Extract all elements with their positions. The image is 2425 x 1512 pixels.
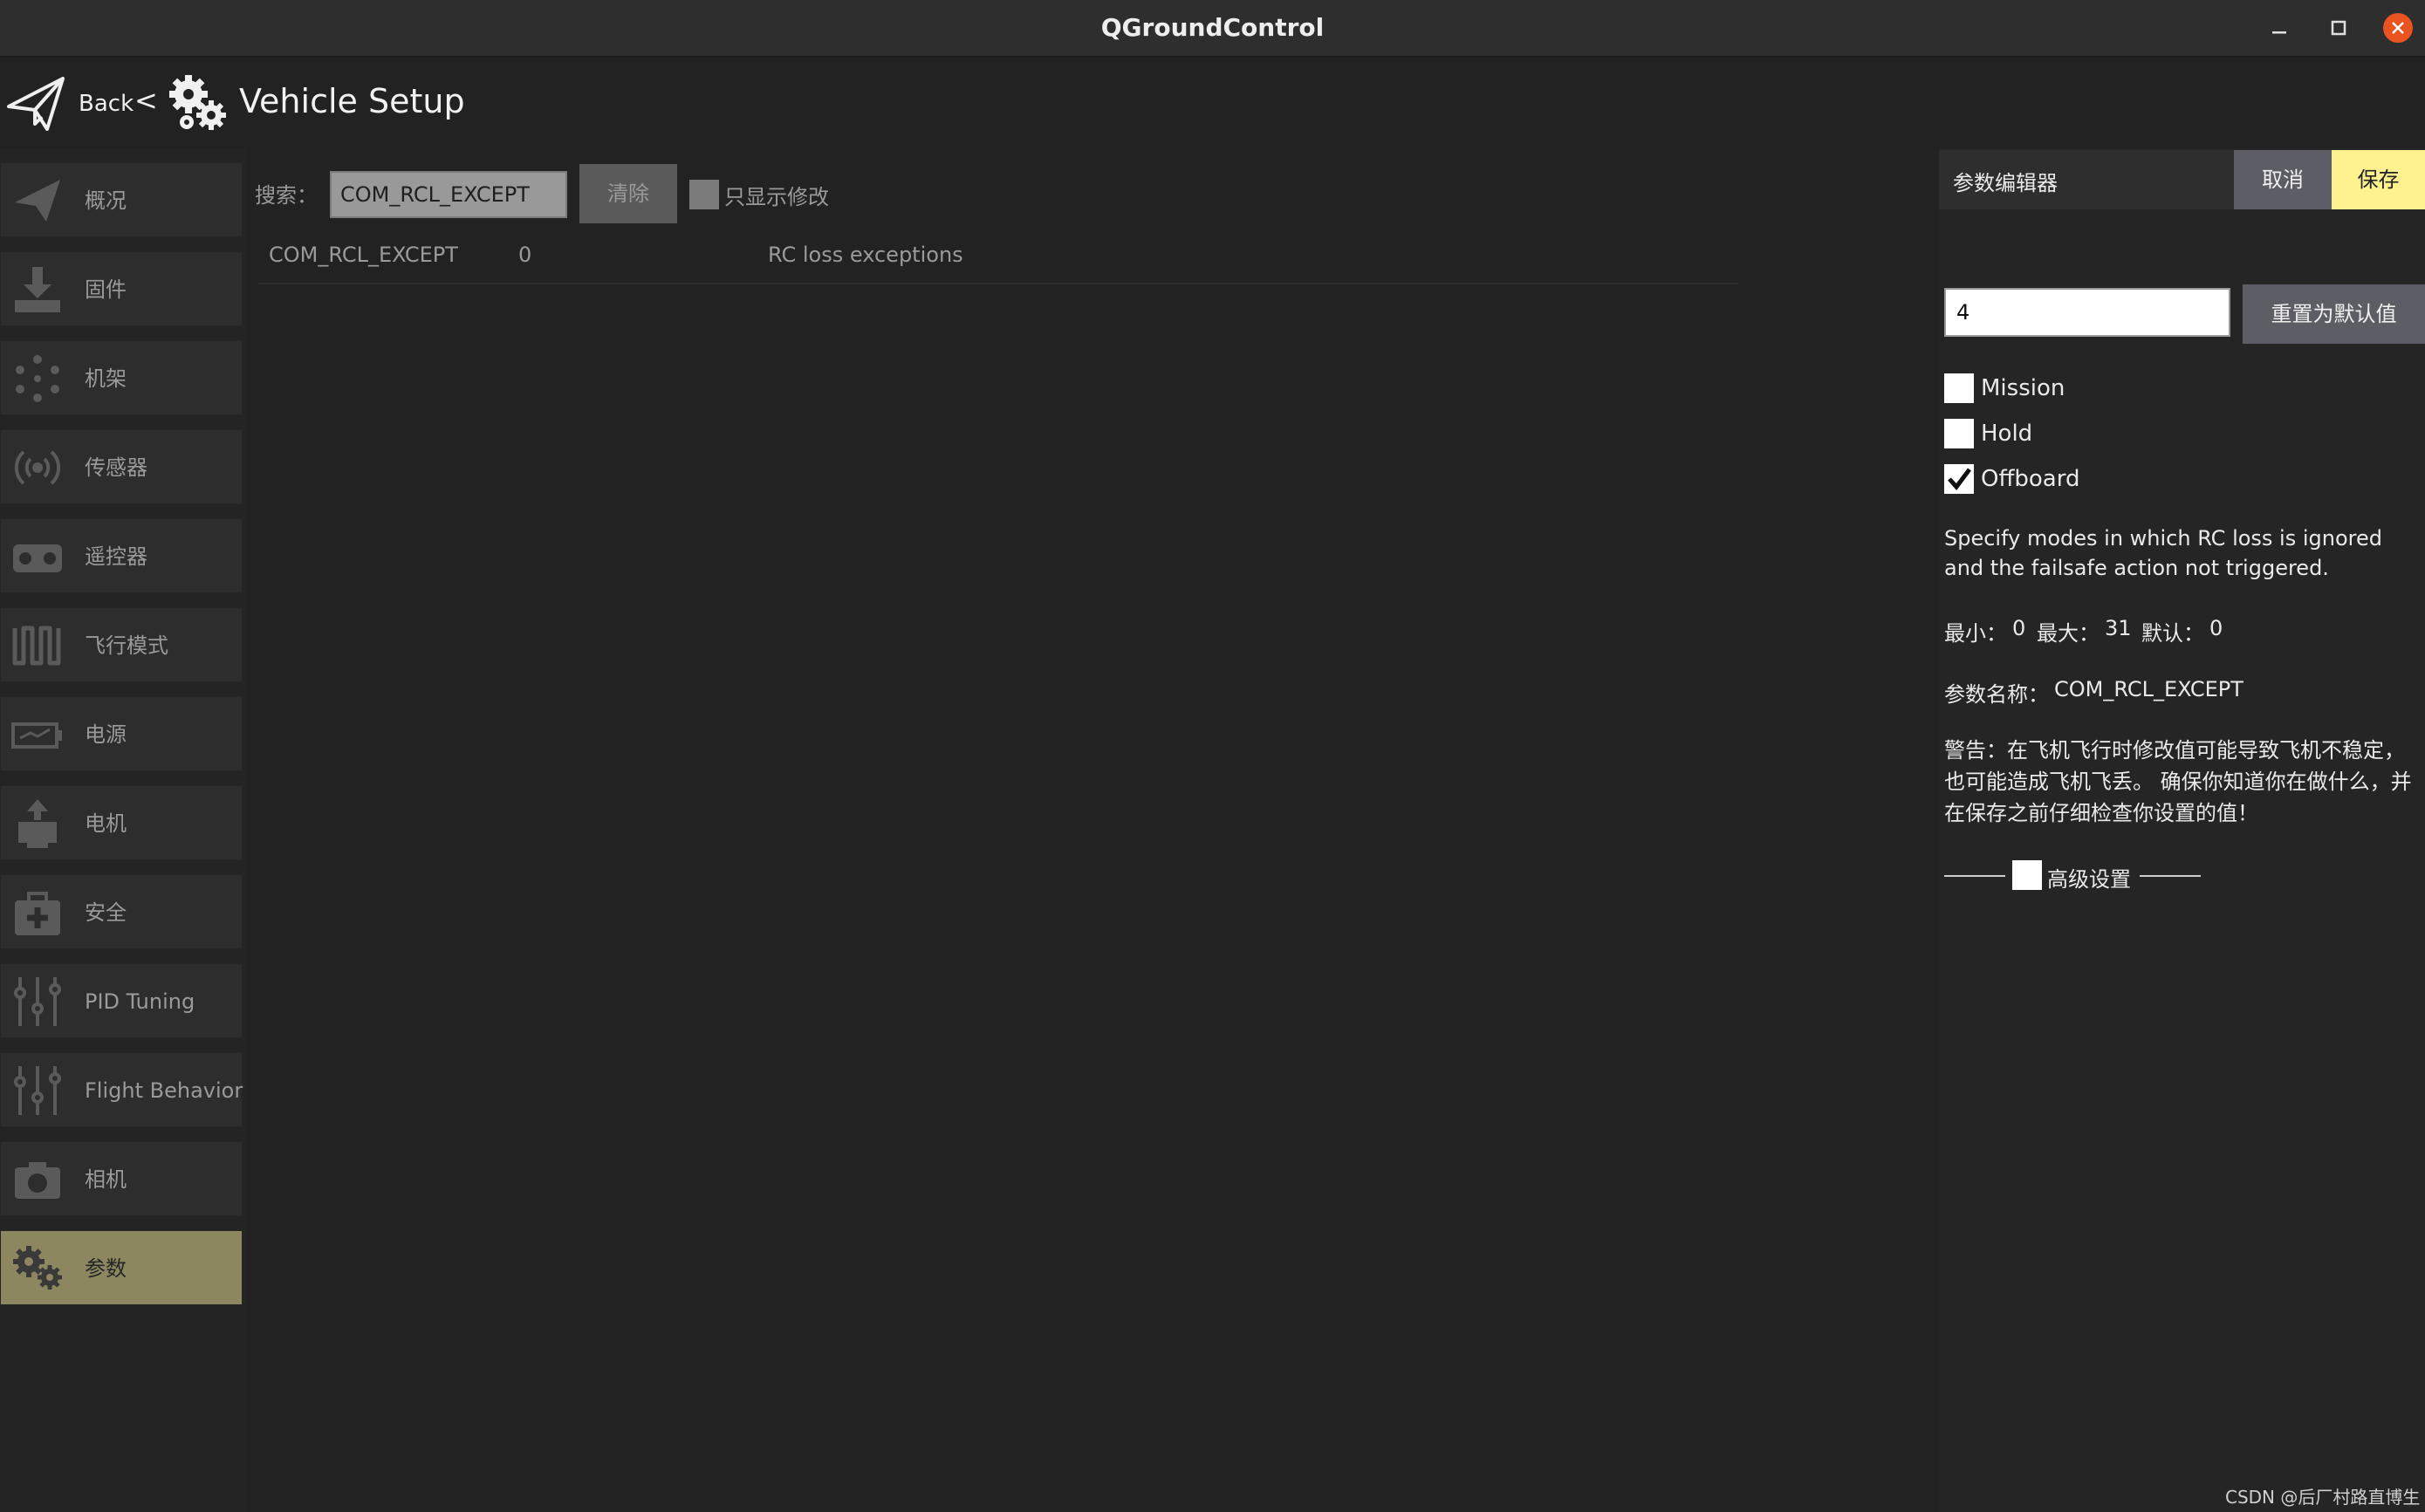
param-description-cell: RC loss exceptions <box>768 243 963 267</box>
sidebar-item-label: 固件 <box>85 277 127 302</box>
param-editor-title: 参数编辑器 <box>1953 171 2058 195</box>
show-modified-checkbox[interactable] <box>689 180 719 209</box>
min-value: 0 <box>2012 616 2026 640</box>
advanced-settings-checkbox[interactable] <box>2012 860 2042 890</box>
max-value: 31 <box>2105 616 2132 640</box>
sidebar-item-summary[interactable]: 概况 <box>0 162 243 237</box>
sliders-icon <box>14 977 61 1026</box>
motor-icon <box>18 799 57 848</box>
first-aid-kit-icon <box>15 892 60 935</box>
setup-toolbar: Back < Vehicle Setup <box>0 58 2425 148</box>
setup-sidebar: 概况 固件 机架 传感器 遥控器 飞行模式 电源 电机 安全 PID Tunin… <box>0 148 246 1512</box>
cancel-button[interactable]: 取消 <box>2234 150 2332 209</box>
watermark: CSDN @后厂村路直博生 <box>2225 1487 2421 1508</box>
sidebar-item-label: 参数 <box>85 1256 127 1281</box>
paper-plane-icon <box>7 77 65 131</box>
sidebar-item-radio[interactable]: 遥控器 <box>0 518 243 593</box>
sidebar-item-pid-tuning[interactable]: PID Tuning <box>0 963 243 1038</box>
offboard-checkbox-label: Offboard <box>1981 466 2080 492</box>
sidebar-item-firmware[interactable]: 固件 <box>0 251 243 326</box>
gears-icon <box>166 72 230 140</box>
param-name-value: COM_RCL_EXCEPT <box>2054 677 2243 701</box>
table-row[interactable]: COM_RCL_EXCEPT 0 RC loss exceptions <box>258 230 1738 284</box>
airframe-dots-icon <box>16 355 59 402</box>
warning-text: 警告：在飞机飞行时修改值可能导致飞机不稳定，也可能造成飞机飞丢。 确保你知道你在… <box>1944 738 2412 825</box>
sidebar-item-label: 飞行模式 <box>85 633 168 658</box>
paper-plane-icon <box>15 180 60 222</box>
advanced-settings-label: 高级设置 <box>2047 867 2131 892</box>
sidebar-item-power[interactable]: 电源 <box>0 696 243 771</box>
mission-checkbox-label: Mission <box>1981 375 2065 401</box>
sensor-icon <box>14 450 61 485</box>
param-name-label: 参数名称： <box>1944 682 2049 707</box>
mission-checkbox[interactable] <box>1944 373 1974 403</box>
breadcrumb-separator: < <box>134 84 158 117</box>
param-value-input[interactable]: 4 <box>1944 288 2230 337</box>
sidebar-item-airframe[interactable]: 机架 <box>0 340 243 415</box>
param-description: Specify modes in which RC loss is ignore… <box>1944 526 2382 580</box>
sidebar-item-label: 遥控器 <box>85 544 147 569</box>
hold-checkbox[interactable] <box>1944 419 1974 448</box>
back-label: Back <box>79 91 134 117</box>
sidebar-item-flight-behavior[interactable]: Flight Behavior <box>0 1052 243 1127</box>
search-label: 搜索： <box>255 183 318 208</box>
sidebar-item-label: 传感器 <box>85 455 147 480</box>
sidebar-item-safety[interactable]: 安全 <box>0 874 243 949</box>
advanced-divider-right <box>2140 875 2201 877</box>
maximize-button[interactable] <box>2314 0 2363 56</box>
sidebar-item-camera[interactable]: 相机 <box>0 1141 243 1216</box>
sidebar-item-label: 安全 <box>85 900 127 925</box>
battery-icon <box>11 722 62 749</box>
param-value-cell: 0 <box>518 243 532 267</box>
window-titlebar: QGroundControl <box>0 0 2425 58</box>
sidebar-item-label: 概况 <box>85 188 127 213</box>
sidebar-item-flight-modes[interactable]: 飞行模式 <box>0 607 243 682</box>
param-name-cell: COM_RCL_EXCEPT <box>269 243 458 267</box>
reset-default-button[interactable]: 重置为默认值 <box>2243 284 2425 344</box>
close-icon <box>2392 22 2404 34</box>
sliders-icon <box>14 1066 61 1115</box>
sidebar-item-label: PID Tuning <box>85 989 195 1014</box>
camera-icon <box>15 1162 60 1199</box>
close-button[interactable] <box>2374 0 2422 56</box>
gears-icon <box>13 1246 62 1290</box>
search-input[interactable]: COM_RCL_EXCEPT <box>330 171 567 218</box>
sidebar-item-label: Flight Behavior <box>85 1078 243 1103</box>
sidebar-item-parameters[interactable]: 参数 <box>0 1230 243 1305</box>
hold-checkbox-label: Hold <box>1981 421 2033 447</box>
show-modified-label: 只显示修改 <box>724 185 829 209</box>
page-title: Vehicle Setup <box>239 82 465 120</box>
offboard-checkbox[interactable] <box>1944 464 1974 494</box>
min-label: 最小： <box>1944 621 2007 646</box>
back-button[interactable]: Back <box>5 73 134 134</box>
save-button[interactable]: 保存 <box>2332 150 2425 209</box>
sidebar-item-label: 电源 <box>85 722 127 747</box>
window-title: QGroundControl <box>1100 13 1325 42</box>
default-label: 默认： <box>2141 621 2204 646</box>
sidebar-item-label: 电机 <box>85 811 127 836</box>
minimize-icon <box>2272 31 2286 34</box>
default-value: 0 <box>2209 616 2223 640</box>
clear-button[interactable]: 清除 <box>579 164 677 223</box>
sidebar-item-sensors[interactable]: 传感器 <box>0 429 243 504</box>
checkmark-icon <box>1948 468 1971 490</box>
param-editor-panel <box>1939 148 2425 1512</box>
sidebar-item-label: 机架 <box>85 366 127 391</box>
sidebar-item-motors[interactable]: 电机 <box>0 785 243 860</box>
max-label: 最大： <box>2037 621 2100 646</box>
radio-controller-icon <box>13 544 62 572</box>
maximize-icon <box>2331 20 2346 36</box>
download-icon <box>15 267 60 312</box>
sidebar-item-label: 相机 <box>85 1167 127 1192</box>
minimize-button[interactable] <box>2255 0 2304 56</box>
flight-mode-wave-icon <box>12 626 61 666</box>
advanced-divider-left <box>1944 875 2005 877</box>
